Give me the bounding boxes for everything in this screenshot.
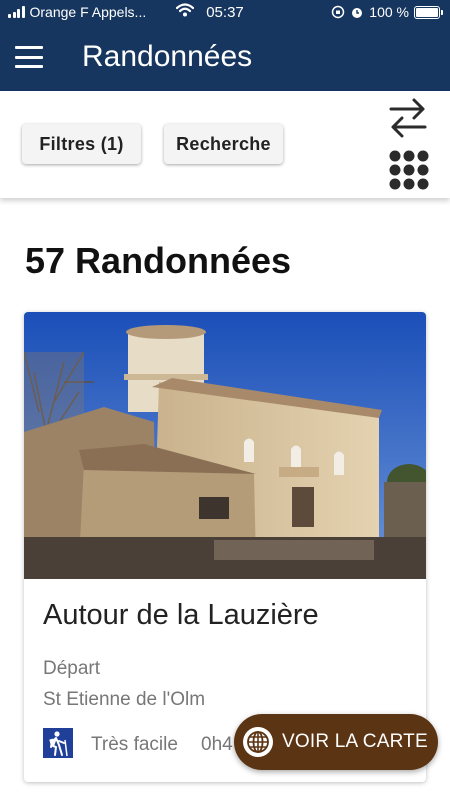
page-title: Randonnées [82, 40, 253, 73]
filter-toolbar: Filtres (1) Recherche [0, 91, 450, 198]
app-header: Randonnées [0, 26, 450, 91]
status-right: 100 % [331, 4, 443, 20]
hiker-icon [43, 728, 73, 758]
depart-location: St Etienne de l'Olm [43, 689, 206, 710]
search-button[interactable]: Recherche [164, 124, 283, 164]
battery-level [416, 7, 438, 17]
duration-label: 0h4 [201, 734, 233, 755]
view-map-button[interactable]: VOIR LA CARTE [234, 714, 438, 770]
battery-icon [414, 5, 443, 19]
swap-arrows-icon[interactable] [388, 97, 428, 139]
hike-title: Autour de la Lauzière [43, 599, 319, 631]
results-count-heading: 57 Randonnées [25, 240, 292, 281]
globe-icon [243, 727, 273, 757]
hike-card[interactable]: Autour de la Lauzière Départ St Etienne … [24, 312, 426, 782]
difficulty-label: Très facile [91, 734, 178, 755]
view-map-label: VOIR LA CARTE [282, 731, 428, 752]
battery-percent: 100 % [369, 4, 409, 20]
stone-church-photo [24, 312, 426, 579]
filters-button[interactable]: Filtres (1) [22, 124, 141, 164]
grid-dots-icon[interactable] [388, 149, 430, 191]
orientation-lock-icon [332, 5, 345, 19]
alarm-icon [352, 8, 363, 18]
hamburger-menu-icon[interactable] [15, 46, 43, 68]
depart-label: Départ [43, 658, 101, 679]
status-bar: Orange F Appels... 05:37 100 % [0, 0, 450, 26]
